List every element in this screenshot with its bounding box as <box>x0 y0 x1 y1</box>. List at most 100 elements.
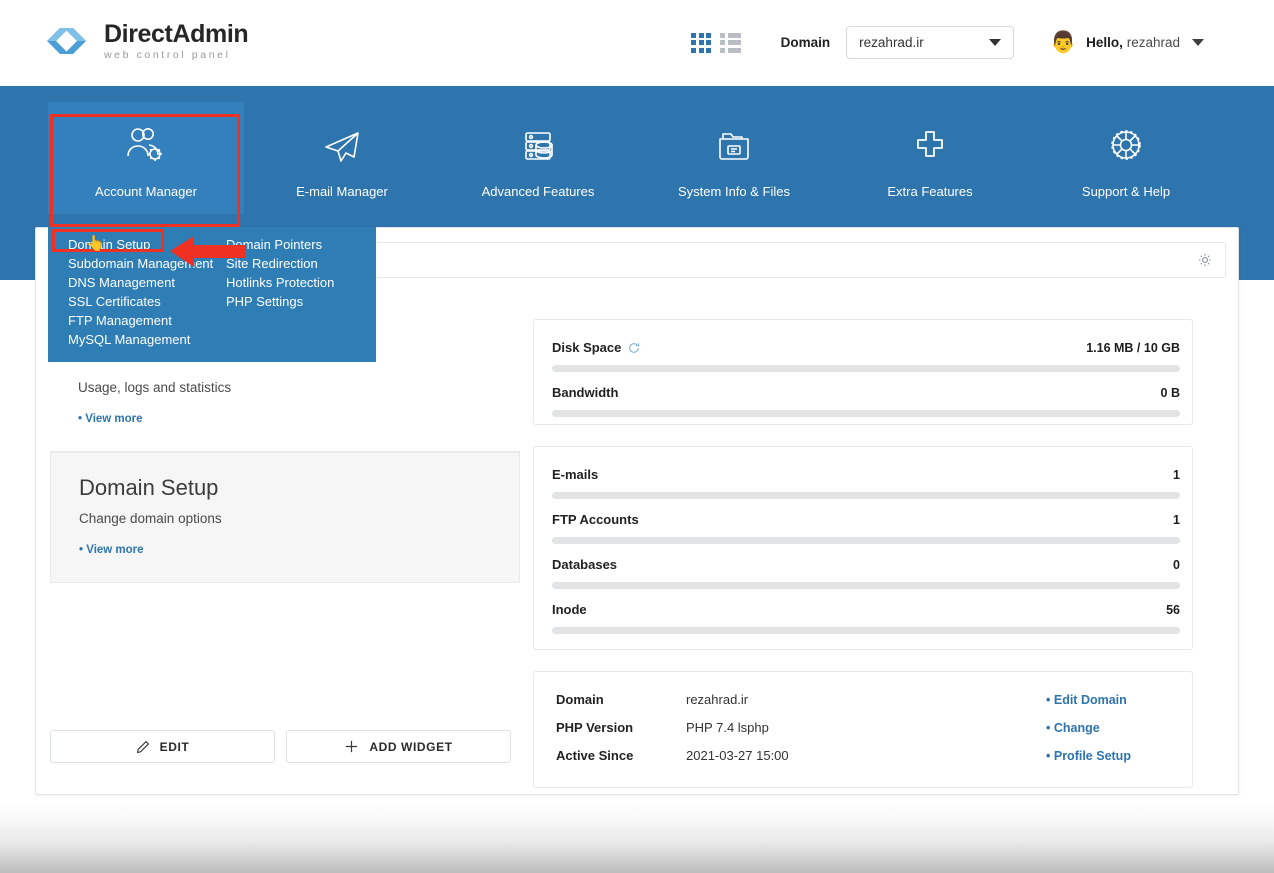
avatar[interactable]: 👨 <box>1050 30 1076 56</box>
domain-label: Domain <box>780 35 831 50</box>
pencil-icon <box>136 740 149 753</box>
dropdown-item-dns-management[interactable]: DNS Management <box>68 273 226 292</box>
dropdown-item-site-redirection[interactable]: Site Redirection <box>226 254 376 273</box>
plus-icon <box>346 740 358 753</box>
nav-item-email-manager[interactable]: E-mail Manager <box>244 102 440 214</box>
view-toggle-group <box>691 32 741 53</box>
info-value: 2021-03-27 15:00 <box>686 748 789 763</box>
widget-domain-setup[interactable]: Domain Setup Change domain options View … <box>50 452 520 583</box>
user-menu-chevron-down-icon[interactable] <box>1192 39 1204 46</box>
dropdown-item-php-settings[interactable]: PHP Settings <box>226 292 376 311</box>
nav-item-label: E-mail Manager <box>296 184 388 199</box>
counts-panel: E-mails 1 FTP Accounts 1 Databases 0 Ino… <box>533 446 1193 650</box>
meter-label: Disk Space <box>552 340 622 355</box>
meter-disk-space: Disk Space 1.16 MB / 10 GB <box>552 340 1180 372</box>
nav-item-label: Advanced Features <box>481 184 595 199</box>
grid-view-icon[interactable] <box>691 32 712 53</box>
users-gear-icon <box>123 120 169 172</box>
meter-value: 0 <box>1173 557 1180 572</box>
nav-item-advanced-features[interactable]: Advanced Features <box>440 102 636 214</box>
meter-databases: Databases 0 <box>552 557 1180 589</box>
meter-emails: E-mails 1 <box>552 467 1180 499</box>
widget-view-more-link[interactable]: View more <box>79 544 491 556</box>
directadmin-page: DirectAdmin web control panel Domain rez… <box>0 0 1274 873</box>
nav-item-support-help[interactable]: Support & Help <box>1028 102 1224 214</box>
meter-ftp-accounts: FTP Accounts 1 <box>552 512 1180 544</box>
dropdown-item-domain-pointers[interactable]: Domain Pointers <box>226 235 376 254</box>
profile-setup-link[interactable]: Profile Setup <box>1046 749 1176 763</box>
gear-icon[interactable] <box>1197 252 1213 268</box>
nav-item-label: System Info & Files <box>678 184 790 199</box>
meter-value: 1 <box>1173 512 1180 527</box>
info-key: PHP Version <box>556 720 634 735</box>
info-value: rezahrad.ir <box>686 692 749 707</box>
dropdown-item-hotlinks-protection[interactable]: Hotlinks Protection <box>226 273 376 292</box>
meter-label: E-mails <box>552 467 599 482</box>
meter-label: Databases <box>552 557 618 572</box>
brand-logo[interactable]: DirectAdmin web control panel <box>46 19 249 62</box>
meter-value: 1 <box>1173 467 1180 482</box>
life-ring-icon <box>1103 120 1149 172</box>
progress-bar <box>552 492 1180 499</box>
meter-value: 56 <box>1166 602 1180 617</box>
dropdown-column-right: Domain Pointers Site Redirection Hotlink… <box>226 235 376 362</box>
edit-widgets-button[interactable]: EDIT <box>50 730 275 763</box>
nav-item-extra-features[interactable]: Extra Features <box>832 102 1028 214</box>
nav-item-account-manager[interactable]: Account Manager <box>48 102 244 214</box>
meter-label: FTP Accounts <box>552 512 639 527</box>
list-view-icon[interactable] <box>720 32 741 53</box>
top-header: DirectAdmin web control panel Domain rez… <box>0 0 1274 86</box>
widget-description: Change domain options <box>79 511 222 526</box>
progress-bar <box>552 582 1180 589</box>
nav-item-label: Extra Features <box>887 184 973 199</box>
meter-inode: Inode 56 <box>552 602 1180 634</box>
widget-description: Usage, logs and statistics <box>78 380 232 395</box>
add-widget-label: ADD WIDGET <box>369 739 453 754</box>
account-manager-dropdown: Domain Setup Subdomain Management DNS Ma… <box>48 227 376 362</box>
info-row-active-since: Active Since 2021-03-27 15:00 Profile Se… <box>556 748 1176 763</box>
dropdown-item-ssl-certificates[interactable]: SSL Certificates <box>68 292 226 311</box>
header-right-controls: Domain rezahrad.ir 👨 Hello, rezahrad <box>691 26 1204 59</box>
widget-title: Domain Setup <box>79 475 219 500</box>
user-name: rezahrad <box>1126 35 1180 50</box>
chevron-down-icon <box>989 39 1002 46</box>
info-key: Active Since <box>556 748 634 763</box>
info-value: PHP 7.4 lsphp <box>686 720 769 735</box>
paper-plane-icon <box>319 120 365 172</box>
dropdown-item-domain-setup[interactable]: Domain Setup <box>68 235 226 254</box>
info-row-domain: Domain rezahrad.ir Edit Domain <box>556 692 1176 707</box>
dropdown-item-mysql-management[interactable]: MySQL Management <box>68 330 226 349</box>
info-key: Domain <box>556 692 604 707</box>
change-php-link[interactable]: Change <box>1046 721 1176 735</box>
brand-title: DirectAdmin <box>104 19 249 48</box>
dropdown-item-subdomain-management[interactable]: Subdomain Management <box>68 254 226 273</box>
meter-value: 0 B <box>1160 385 1180 400</box>
meter-label: Bandwidth <box>552 385 619 400</box>
domain-select-value: rezahrad.ir <box>859 35 924 50</box>
meter-value: 1.16 MB / 10 GB <box>1086 340 1180 355</box>
page-bottom-fade <box>0 800 1274 873</box>
server-database-icon <box>515 120 561 172</box>
chevron-double-right-logo-icon <box>47 28 86 54</box>
usage-panel: Disk Space 1.16 MB / 10 GB Bandwidth 0 B <box>533 319 1193 425</box>
greeting-prefix: Hello, <box>1086 35 1123 50</box>
dropdown-item-ftp-management[interactable]: FTP Management <box>68 311 226 330</box>
progress-bar <box>552 627 1180 634</box>
widget-view-more-link[interactable]: View more <box>78 413 492 425</box>
nav-item-label: Support & Help <box>1081 184 1171 199</box>
edit-domain-link[interactable]: Edit Domain <box>1046 693 1176 707</box>
nav-item-system-info-files[interactable]: System Info & Files <box>636 102 832 214</box>
widget-action-buttons: EDIT ADD WIDGET <box>50 730 511 763</box>
dropdown-column-left: Domain Setup Subdomain Management DNS Ma… <box>48 235 226 362</box>
progress-bar <box>552 537 1180 544</box>
brand-subtitle: web control panel <box>104 48 231 61</box>
meter-label: Inode <box>552 602 587 617</box>
nav-item-label: Account Manager <box>95 184 197 199</box>
info-row-php-version: PHP Version PHP 7.4 lsphp Change <box>556 720 1176 735</box>
progress-bar <box>552 365 1180 372</box>
refresh-icon[interactable] <box>628 342 640 354</box>
domain-select[interactable]: rezahrad.ir <box>846 26 1015 59</box>
user-greeting[interactable]: Hello, rezahrad <box>1086 35 1180 50</box>
folder-files-icon <box>711 120 757 172</box>
add-widget-button[interactable]: ADD WIDGET <box>286 730 511 763</box>
